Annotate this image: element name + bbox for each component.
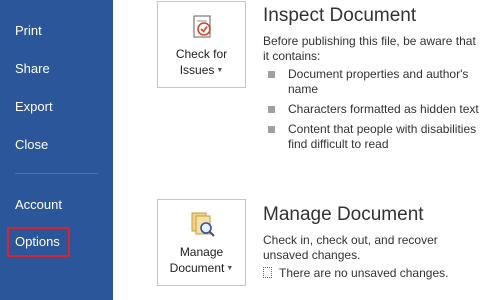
bullet-icon (268, 71, 275, 78)
check-for-issues-label-line2: Issues ▼ (158, 62, 245, 79)
manage-document-button[interactable]: Manage Document ▼ (157, 199, 246, 286)
nav-item-share[interactable]: Share (0, 54, 113, 84)
check-for-issues-label-text: Issues (179, 63, 215, 77)
manage-document-description: Check in, check out, and recover unsaved… (263, 233, 438, 262)
nav-divider (15, 173, 98, 174)
manage-document-label: Manage Document ▼ (158, 244, 245, 277)
check-for-issues-label: Check for Issues ▼ (158, 46, 245, 79)
inspect-document-title: Inspect Document (263, 5, 417, 26)
backstage-nav: Print Share Export Close Account Options (0, 0, 113, 300)
check-for-issues-icon (193, 15, 211, 38)
unsaved-changes-status: There are no unsaved changes. (263, 266, 448, 280)
dropdown-caret-icon: ▼ (216, 66, 224, 74)
nav-item-export[interactable]: Export (0, 92, 113, 122)
document-status-icon (263, 267, 272, 278)
nav-item-close[interactable]: Close (0, 130, 113, 160)
list-item: Document properties and author's name (263, 67, 493, 97)
nav-item-account[interactable]: Account (0, 190, 113, 220)
bullet-icon (268, 106, 275, 113)
nav-item-print[interactable]: Print (0, 16, 113, 46)
list-item-text: Document properties and author's name (288, 67, 469, 96)
manage-document-title: Manage Document (263, 204, 424, 225)
unsaved-changes-text: There are no unsaved changes. (279, 266, 449, 280)
inspect-document-description: Before publishing this file, be aware th… (263, 34, 476, 63)
manage-document-icon (191, 212, 215, 237)
manage-document-label-line2: Document ▼ (158, 260, 245, 277)
check-for-issues-button[interactable]: Check for Issues ▼ (157, 1, 246, 88)
manage-document-label-text: Document (169, 261, 225, 275)
list-item: Content that people with disabilities fi… (263, 122, 493, 152)
nav-item-options[interactable]: Options (7, 227, 70, 257)
inspect-document-list: Document properties and author's name Ch… (263, 67, 493, 157)
check-for-issues-label-line1: Check for (175, 47, 228, 61)
list-item-text: Characters formatted as hidden text (288, 102, 479, 116)
list-item: Characters formatted as hidden text (263, 102, 493, 117)
bullet-icon (268, 126, 275, 133)
dropdown-caret-icon: ▼ (226, 264, 234, 272)
backstage-content: Check for Issues ▼ Inspect Document Befor… (113, 0, 500, 300)
list-item-text: Content that people with disabilities fi… (288, 122, 477, 151)
manage-document-label-line1: Manage (179, 245, 224, 259)
